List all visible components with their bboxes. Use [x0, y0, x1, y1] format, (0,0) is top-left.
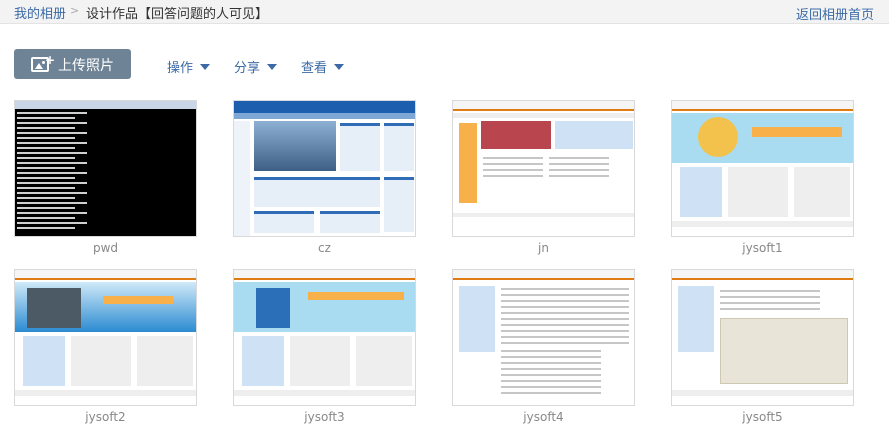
plus-icon: + [45, 53, 56, 67]
share-menu[interactable]: 分享 [234, 57, 278, 76]
chevron-down-icon [267, 64, 278, 70]
album-page: 我的相册 > 设计作品【回答问题的人可见】 返回相册首页 + 上传照片 操作 分… [0, 0, 889, 439]
photo-thumb-jysoft1[interactable] [671, 100, 854, 237]
chevron-down-icon [200, 64, 211, 70]
upload-photo-label: 上传照片 [58, 58, 114, 74]
photo-thumb-jysoft2[interactable] [14, 269, 197, 406]
photo-thumb-pwd[interactable] [14, 100, 197, 237]
building-photo [254, 121, 336, 171]
photo-name[interactable]: jysoft5 [671, 410, 854, 424]
photo-name[interactable]: jysoft1 [671, 241, 854, 255]
photo-name[interactable]: jysoft4 [452, 410, 635, 424]
album-title: 设计作品【回答问题的人可见】 [86, 7, 269, 22]
upload-photo-button[interactable]: + 上传照片 [14, 49, 131, 79]
share-menu-label: 分享 [234, 61, 261, 76]
back-to-album-home-link[interactable]: 返回相册首页 [796, 4, 874, 23]
breadcrumb-separator: > [70, 4, 80, 17]
photo-name[interactable]: jysoft2 [14, 410, 197, 424]
map-image [720, 318, 848, 384]
breadcrumb-home-link[interactable]: 我的相册 [14, 3, 66, 22]
photo-thumb-jysoft4[interactable] [452, 269, 635, 406]
operate-menu-label: 操作 [167, 61, 194, 76]
photo-name[interactable]: jn [452, 241, 635, 255]
photo-thumb-jn[interactable] [452, 100, 635, 237]
photo-name[interactable]: jysoft3 [233, 410, 416, 424]
photo-thumb-jysoft3[interactable] [233, 269, 416, 406]
operate-menu[interactable]: 操作 [167, 57, 211, 76]
window-titlebar [15, 101, 196, 109]
view-menu[interactable]: 查看 [301, 57, 345, 76]
photo-thumb-cz[interactable] [233, 100, 416, 237]
photo-name[interactable]: cz [233, 241, 416, 255]
photo-thumb-jysoft5[interactable] [671, 269, 854, 406]
chevron-down-icon [334, 64, 345, 70]
view-menu-label: 查看 [301, 61, 328, 76]
breadcrumb-bar: 我的相册 > 设计作品【回答问题的人可见】 返回相册首页 [0, 0, 889, 24]
photo-name[interactable]: pwd [14, 241, 197, 255]
